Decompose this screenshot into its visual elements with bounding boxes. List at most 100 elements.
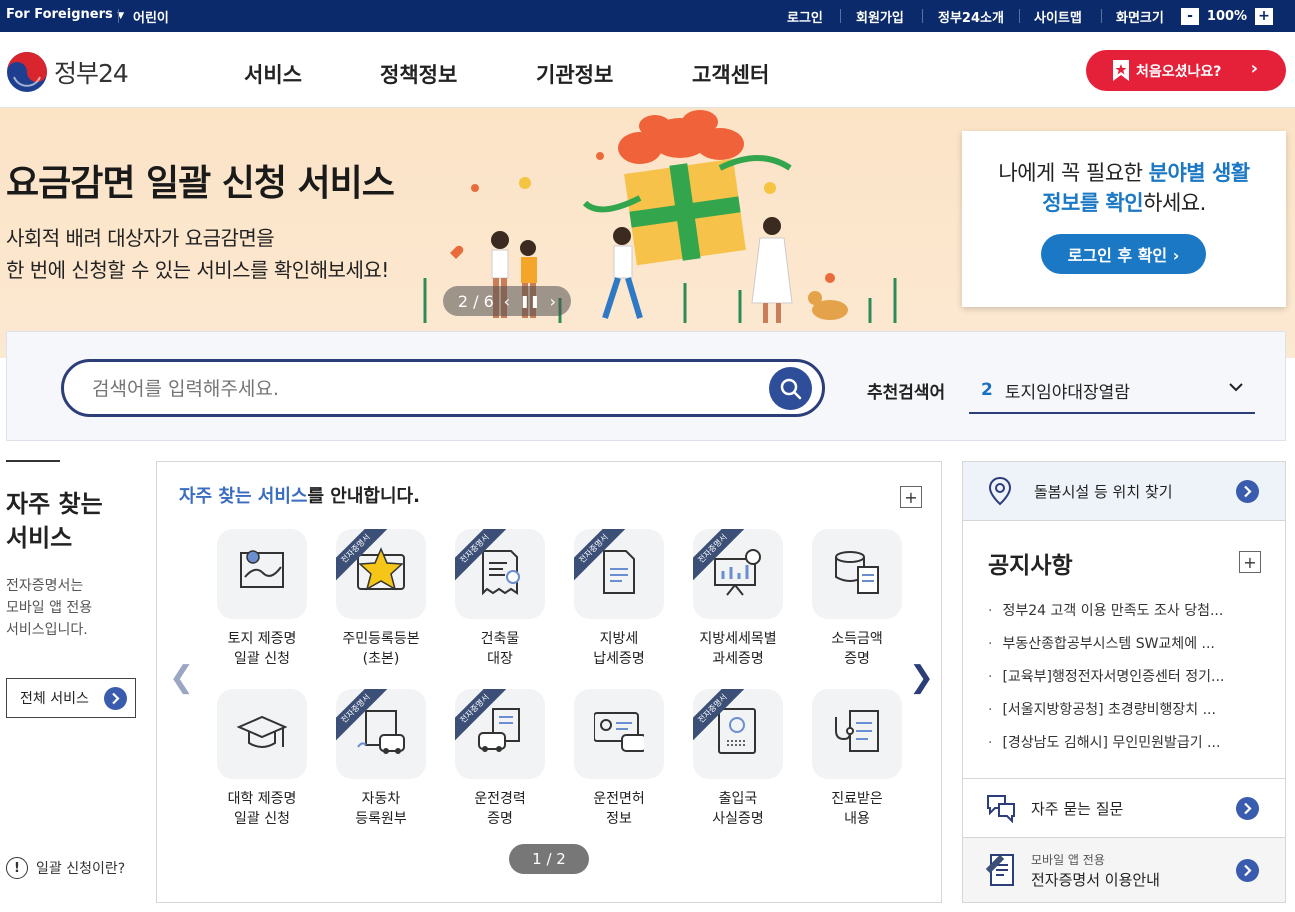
arrow-circle-right-icon: [1236, 796, 1259, 820]
hero-pause-button[interactable]: ❚❚: [520, 294, 540, 308]
exclamation-icon: !: [6, 857, 28, 879]
graduation-cap-icon: [237, 715, 287, 748]
divider: [118, 9, 119, 23]
zoom-control: - 100% +: [1181, 7, 1273, 25]
services-prev-button[interactable]: ❮: [169, 660, 194, 695]
gov24-logo[interactable]: 정부24: [6, 51, 129, 93]
driving-record-icon: [478, 708, 520, 752]
first-visit-label: 처음오셨나요?: [1136, 63, 1222, 80]
service-item[interactable]: 소득금액 증명: [802, 529, 912, 669]
for-foreigners-menu[interactable]: For Foreigners ▼: [6, 7, 124, 22]
frequent-heading-line2: 서비스: [6, 524, 73, 552]
service-label: 자동차 등록원부: [355, 791, 407, 827]
signup-link[interactable]: 회원가입: [856, 7, 904, 26]
arrow-circle-right-icon: [1236, 479, 1259, 503]
zoom-out-button[interactable]: -: [1181, 7, 1199, 25]
recommended-keyword-rank: 2: [981, 380, 993, 400]
service-icon-tile: 전자증명서: [336, 689, 426, 779]
faq-label: 자주 묻는 질문: [1031, 799, 1124, 818]
nav-customer-center[interactable]: 고객센터: [692, 59, 769, 89]
service-item[interactable]: 토지 제증명 일괄 신청: [207, 529, 317, 669]
service-item[interactable]: 전자증명서 운전경력 증명: [445, 689, 555, 829]
service-item[interactable]: 전자증명서 지방세 납세증명: [564, 529, 674, 669]
nav-policy[interactable]: 정책정보: [380, 59, 457, 89]
resident-card-star-icon: [357, 547, 405, 591]
recommended-keyword-select[interactable]: 2 토지임야대장열람: [969, 368, 1255, 414]
life-info-text: 나에게 꼭 필요한: [998, 161, 1149, 185]
service-item[interactable]: 전자증명서 건축물 대장: [445, 529, 555, 669]
service-icon-tile: [812, 689, 902, 779]
login-link[interactable]: 로그인: [787, 7, 823, 26]
service-item[interactable]: 운전면허 정보: [564, 689, 674, 829]
kids-link[interactable]: 어린이: [133, 7, 169, 26]
recommended-keyword-text: 토지임야대장열람: [1004, 382, 1130, 403]
hero-prev-button[interactable]: ‹: [504, 292, 510, 311]
notice-item[interactable]: 정부24 고객 이용 만족도 조사 당첨...: [988, 600, 1224, 633]
notice-list: 정부24 고객 이용 만족도 조사 당첨... 부동산종합공부시스템 SW교체에…: [988, 600, 1224, 765]
frequent-heading-line1: 자주 찾는: [6, 490, 103, 518]
service-label: 대학 제증명 일괄 신청: [227, 791, 297, 827]
chevron-down-icon: [1229, 383, 1243, 392]
service-icon-tile: 전자증명서: [574, 529, 664, 619]
nav-agency[interactable]: 기관정보: [536, 59, 613, 89]
coins-doc-icon: [835, 551, 879, 594]
more-notices-button[interactable]: +: [1239, 551, 1261, 573]
search-box: [61, 359, 825, 417]
service-icon-tile: [217, 689, 307, 779]
zoom-in-button[interactable]: +: [1255, 7, 1273, 25]
frequent-panel-title: 자주 찾는 서비스를 안내합니다.: [179, 482, 420, 508]
service-item[interactable]: 진료받은 내용: [802, 689, 912, 829]
search-button[interactable]: [769, 367, 812, 410]
search-input[interactable]: [92, 374, 732, 404]
service-item[interactable]: 전자증명서 출입국 사실증명: [683, 689, 793, 829]
life-info-text: 하세요.: [1143, 191, 1206, 215]
logo-text: 정부24: [54, 59, 129, 88]
land-map-icon: [240, 550, 284, 588]
services-next-button[interactable]: ❯: [909, 660, 934, 695]
batch-info-link[interactable]: ! 일괄 신청이란?: [6, 857, 125, 879]
e-certificate-note: 전자증명서는 모바일 앱 전용 서비스입니다.: [6, 578, 93, 638]
notice-title: 공지사항: [988, 553, 1073, 579]
utility-bar: For Foreigners ▼ 어린이 로그인 회원가입 정부24소개 사이트…: [0, 0, 1295, 32]
service-icon-tile: [217, 529, 307, 619]
service-icon-tile: 전자증명서: [455, 689, 545, 779]
chat-bubbles-icon: [987, 795, 1015, 823]
divider: [922, 9, 923, 23]
nav-service[interactable]: 서비스: [244, 59, 302, 89]
notice-item[interactable]: [경상남도 김해시] 무인민원발급기 ...: [988, 732, 1224, 765]
first-visit-button[interactable]: 처음오셨나요? ›: [1086, 50, 1286, 91]
notice-item[interactable]: 부동산종합공부시스템 SW교체에 ...: [988, 633, 1224, 666]
services-page-indicator: 1 / 2: [509, 844, 589, 874]
all-services-button[interactable]: 전체 서비스: [6, 678, 136, 718]
service-item[interactable]: 전자증명서자동차 등록원부: [326, 689, 436, 829]
divider: [1019, 9, 1020, 23]
hero-next-button[interactable]: ›: [550, 292, 556, 311]
divider: [840, 9, 841, 23]
about-link[interactable]: 정부24소개: [938, 7, 1004, 26]
frequent-sidebar: 자주 찾는서비스 전자증명서는 모바일 앱 전용 서비스입니다.: [6, 460, 146, 641]
arrow-circle-right-icon: [104, 687, 127, 710]
service-item[interactable]: 대학 제증명 일괄 신청: [207, 689, 317, 829]
notice-item[interactable]: [서울지방항공청] 초경량비행장치 ...: [988, 699, 1224, 732]
hero-title: 요금감면 일괄 신청 서비스: [6, 163, 395, 204]
service-item[interactable]: 전자증명서지방세세목별 과세증명: [683, 529, 793, 669]
right-panel: 돌봄시설 등 위치 찾기 공지사항 + 정부24 고객 이용 만족도 조사 당첨…: [962, 461, 1286, 903]
service-icon-tile: 전자증명서: [693, 529, 783, 619]
sitemap-link[interactable]: 사이트맵: [1034, 7, 1082, 26]
login-check-button[interactable]: 로그인 후 확인 ›: [1041, 234, 1206, 274]
faq-link[interactable]: 자주 묻는 질문: [963, 778, 1285, 837]
care-facility-link[interactable]: 돌봄시설 등 위치 찾기: [963, 462, 1285, 521]
more-services-button[interactable]: +: [900, 486, 922, 508]
location-pin-icon: [988, 476, 1012, 506]
life-info-highlight: 정보를 확인: [1042, 191, 1144, 215]
e-certificate-guide-link[interactable]: 모바일 앱 전용 전자증명서 이용안내: [963, 837, 1285, 902]
service-label: 운전면허 정보: [593, 791, 645, 827]
service-item[interactable]: 전자증명서 주민등록등본 (초본): [326, 529, 436, 669]
notice-item[interactable]: [교육부]행정전자서명인증센터 정기...: [988, 666, 1224, 699]
e-certificate-guide-text: 모바일 앱 전용 전자증명서 이용안내: [1031, 850, 1160, 890]
batch-info-label: 일괄 신청이란?: [36, 861, 126, 877]
service-label: 지방세세목별 과세증명: [699, 631, 777, 667]
life-info-highlight: 분야별 생활: [1148, 161, 1250, 185]
e-certificate-guide-label: 전자증명서 이용안내: [1031, 871, 1160, 889]
building-doc-icon: [482, 550, 520, 596]
